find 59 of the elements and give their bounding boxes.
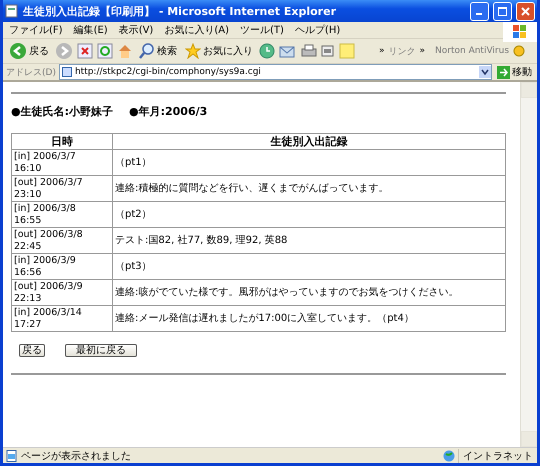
- links-chevron[interactable]: »: [420, 46, 426, 56]
- stop-icon[interactable]: [77, 43, 93, 59]
- address-field[interactable]: http://stkpc2/cgi-bin/comphony/sys9a.cgi: [58, 64, 492, 80]
- menu-item[interactable]: お気に入り(A): [164, 23, 229, 37]
- search-button[interactable]: 検索: [137, 43, 179, 59]
- page-icon: [6, 450, 18, 462]
- dropdown-icon[interactable]: [479, 66, 491, 78]
- date-cell: [out] 2006/3/9 22:13: [12, 280, 112, 306]
- history-icon[interactable]: [259, 43, 275, 59]
- record-cell: 連絡:メール発信は遅れましたが17:00に入室しています。（pt4）: [112, 306, 506, 332]
- date-cell: [in] 2006/3/7 16:10: [12, 150, 112, 176]
- student-name: ●生徒氏名:小野妹子: [11, 104, 113, 119]
- back-button[interactable]: 戻る: [19, 344, 45, 357]
- menu-item[interactable]: 編集(E): [74, 23, 108, 37]
- toolbar-chevron[interactable]: »: [379, 46, 385, 56]
- record-cell: （pt1）: [112, 150, 506, 176]
- scrollbar[interactable]: [520, 82, 537, 447]
- close-button[interactable]: [516, 2, 535, 20]
- back-button[interactable]: 戻る: [7, 42, 51, 60]
- star-icon: [185, 43, 201, 59]
- date-cell: [out] 2006/3/7 23:10: [12, 176, 112, 202]
- status-message: ページが表示されました: [21, 450, 132, 462]
- column-header: 日時: [12, 134, 112, 150]
- home-icon[interactable]: [117, 43, 133, 59]
- date-cell: [in] 2006/3/14 17:27: [12, 306, 112, 332]
- windows-logo-icon: [503, 22, 537, 42]
- first-page-button[interactable]: 最初に戻る: [65, 344, 137, 357]
- page-icon: [5, 4, 19, 18]
- record-cell: テスト:国82, 社77, 数89, 理92, 英88: [112, 228, 506, 254]
- page-icon: [62, 67, 72, 77]
- maximize-icon: [498, 6, 507, 16]
- column-header: 生徒別入出記録: [112, 134, 506, 150]
- norton-label[interactable]: Norton AntiVirus: [435, 46, 510, 56]
- record-cell: 連絡:咳がでていた様です。風邪がはやっていますのでお気をつけください。: [112, 280, 506, 306]
- links-label[interactable]: リンク: [388, 44, 416, 58]
- close-icon: [521, 6, 530, 16]
- security-zone: イントラネット: [458, 448, 537, 462]
- window-title: 生徒別入出記録【印刷用】 - Microsoft Internet Explorer: [23, 4, 337, 18]
- favorites-button[interactable]: お気に入り: [183, 43, 255, 59]
- printer-icon[interactable]: [301, 43, 317, 59]
- menu-item[interactable]: ファイル(F): [9, 23, 63, 37]
- menu-item[interactable]: 表示(V): [118, 23, 154, 37]
- date-cell: [in] 2006/3/9 16:56: [12, 254, 112, 280]
- minimize-button[interactable]: [470, 2, 489, 20]
- record-cell: （pt3）: [112, 254, 506, 280]
- globe-icon: [443, 450, 455, 462]
- minimize-icon: [476, 12, 482, 14]
- maximize-button[interactable]: [493, 2, 512, 20]
- date-cell: [out] 2006/3/8 22:45: [12, 228, 112, 254]
- go-button[interactable]: 移動: [495, 65, 534, 79]
- month-label: ●年月:2006/3: [129, 104, 208, 119]
- record-cell: 連絡:積極的に質問などを行い、遅くまでがんばっています。: [112, 176, 506, 202]
- record-cell: （pt2）: [112, 202, 506, 228]
- date-cell: [in] 2006/3/8 16:55: [12, 202, 112, 228]
- search-icon: [139, 43, 155, 59]
- url-text: http://stkpc2/cgi-bin/comphony/sys9a.cgi: [74, 67, 262, 77]
- menu-item[interactable]: ヘルプ(H): [294, 23, 340, 37]
- menu-item[interactable]: ツール(T): [240, 23, 284, 37]
- address-label: アドレス(D): [6, 66, 56, 78]
